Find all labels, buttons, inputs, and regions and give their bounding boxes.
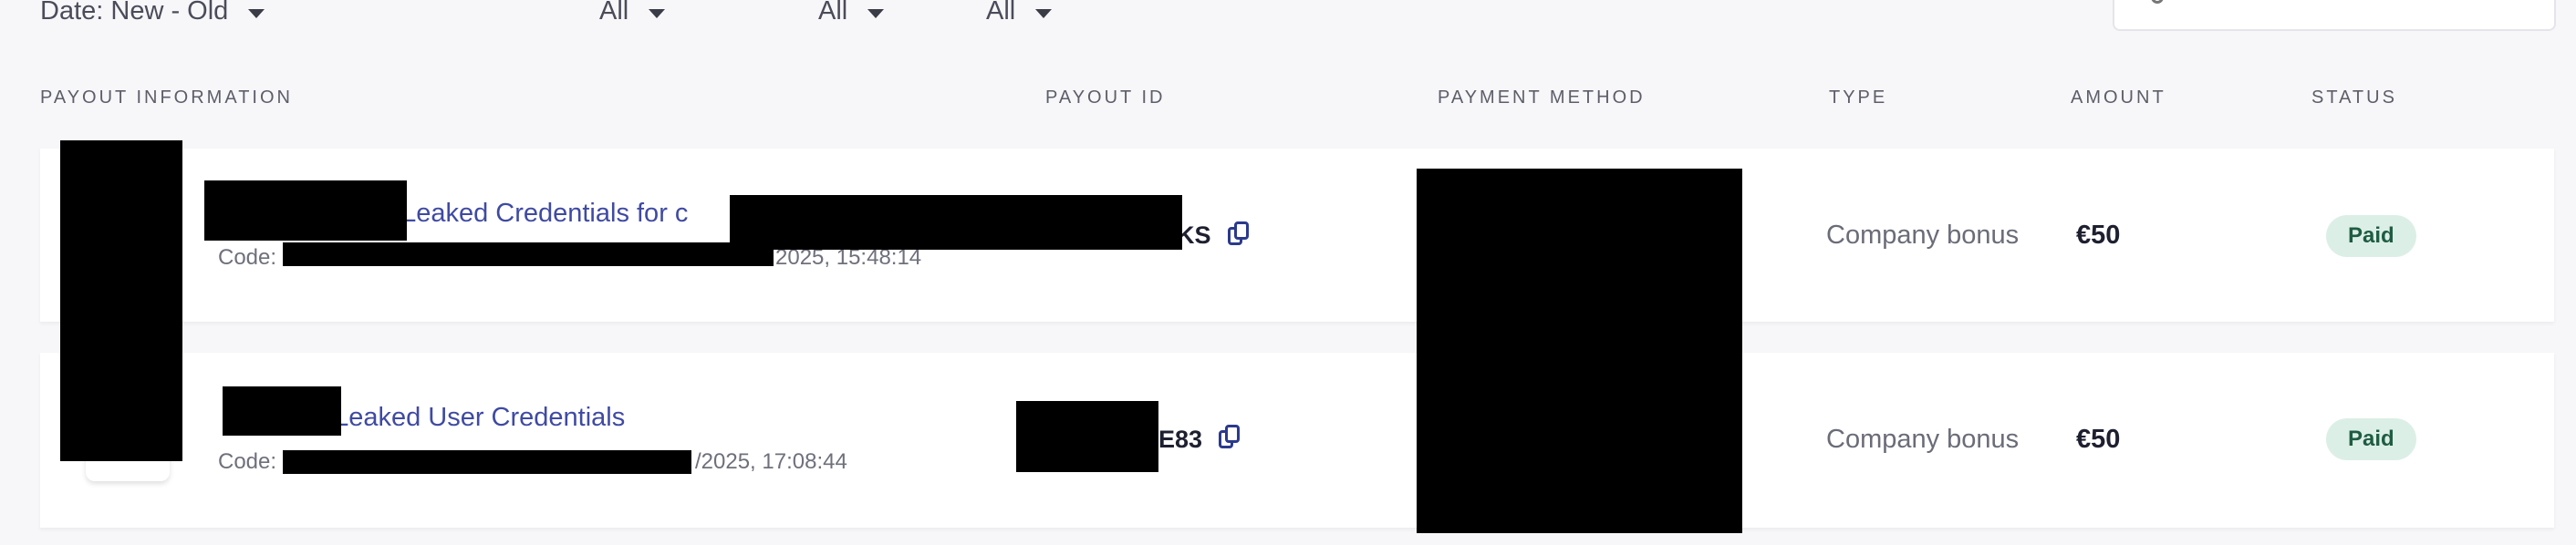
column-header-payout-id: PAYOUT ID bbox=[1045, 87, 1166, 108]
row-amount: €50 bbox=[2076, 425, 2121, 454]
row-type: Company bonus bbox=[1826, 425, 2020, 454]
search-icon bbox=[2151, 0, 2164, 4]
chevron-down-icon bbox=[867, 8, 885, 18]
redacted-code bbox=[283, 242, 774, 266]
chevron-down-icon bbox=[649, 8, 666, 18]
redacted-payout-id bbox=[1016, 401, 1158, 472]
column-header-amount: AMOUNT bbox=[2071, 87, 2166, 108]
filter-label: All bbox=[599, 0, 629, 26]
filter-dropdown-3[interactable]: All bbox=[986, 0, 1053, 26]
table-row[interactable] bbox=[40, 149, 2554, 322]
filter-label: All bbox=[986, 0, 1016, 26]
filter-bar: Date: New - Old All All All bbox=[0, 0, 2576, 36]
column-header-status: STATUS bbox=[2311, 87, 2397, 108]
row-title-link[interactable]: Leaked User Credentials bbox=[334, 403, 625, 432]
filter-label: All bbox=[818, 0, 848, 26]
column-header-payout-information: PAYOUT INFORMATION bbox=[40, 87, 293, 108]
filter-dropdown-2[interactable]: All bbox=[818, 0, 885, 26]
row-code-label: Code: bbox=[218, 449, 277, 474]
filter-dropdown-1[interactable]: All bbox=[599, 0, 666, 26]
chevron-down-icon bbox=[1035, 8, 1053, 18]
status-badge: Paid bbox=[2326, 215, 2416, 257]
date-sort-label: Date: New - Old bbox=[40, 0, 229, 26]
copy-icon[interactable] bbox=[1219, 425, 1241, 450]
redacted-text bbox=[730, 195, 1182, 250]
row-datetime: /2025, 17:08:44 bbox=[695, 449, 847, 474]
row-type: Company bonus bbox=[1826, 221, 2020, 250]
row-code-label: Code: bbox=[218, 245, 277, 270]
redacted-code bbox=[283, 450, 691, 474]
redacted-thumbnail bbox=[60, 140, 182, 461]
row-amount: €50 bbox=[2076, 221, 2121, 250]
redacted-text bbox=[204, 180, 407, 241]
column-header-type: TYPE bbox=[1829, 87, 1888, 108]
search-input[interactable] bbox=[2113, 0, 2556, 31]
row-title-link[interactable]: Leaked Credentials for c bbox=[401, 199, 688, 228]
redacted-text bbox=[223, 386, 341, 436]
row-1-title[interactable]: /Leaked Credentials for c bbox=[376, 199, 688, 229]
column-header-payment-method: PAYMENT METHOD bbox=[1438, 87, 1646, 108]
copy-icon[interactable] bbox=[1228, 221, 1250, 247]
date-sort-dropdown[interactable]: Date: New - Old bbox=[40, 0, 265, 26]
payout-id-suffix: E83 bbox=[1158, 426, 1203, 453]
table-row[interactable] bbox=[40, 353, 2554, 528]
status-badge: Paid bbox=[2326, 418, 2416, 460]
row-2-title[interactable]: /Leaked User Credentials bbox=[308, 403, 625, 433]
redacted-payment-method bbox=[1417, 169, 1742, 533]
chevron-down-icon bbox=[248, 8, 265, 18]
